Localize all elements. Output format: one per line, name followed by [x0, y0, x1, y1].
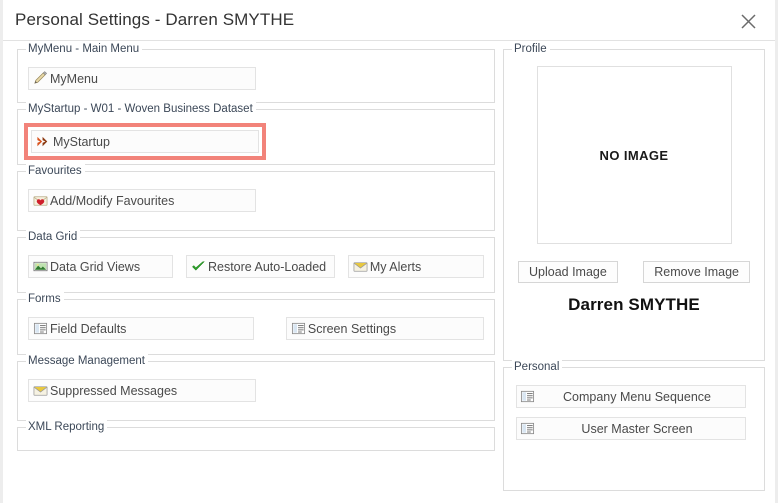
section-legend-forms: Forms — [26, 292, 64, 306]
envelope-icon — [353, 259, 368, 274]
section-legend-personal: Personal — [512, 360, 563, 374]
double-chevron-right-icon — [36, 134, 51, 149]
button-company-menu-sequence[interactable]: Company Menu Sequence — [516, 385, 746, 408]
button-mymenu[interactable]: MyMenu — [28, 67, 256, 90]
button-field-defaults[interactable]: Field Defaults — [28, 317, 254, 340]
pencil-arrow-icon — [33, 71, 48, 86]
remove-image-button[interactable]: Remove Image — [643, 261, 750, 283]
button-screen-settings[interactable]: Screen Settings — [285, 317, 484, 340]
section-favourites: Favourites Add/Modify Favourites — [17, 164, 495, 231]
section-legend-mystartup: MyStartup - W01 - Woven Business Dataset — [26, 102, 256, 116]
button-label: Suppressed Messages — [50, 383, 178, 398]
button-label: Screen Settings — [307, 321, 397, 336]
section-legend-mymenu: MyMenu - Main Menu — [26, 42, 143, 56]
section-message-management: Message Management Suppressed Messages — [17, 354, 495, 421]
button-label: Company Menu Sequence — [562, 389, 711, 404]
button-label: MyStartup — [53, 134, 110, 149]
section-profile: Profile NO IMAGE Upload Image Remove Ima… — [503, 42, 765, 361]
dialog-titlebar: Personal Settings - Darren SMYTHE — [3, 0, 775, 41]
button-restore-auto-loaded[interactable]: Restore Auto-Loaded — [185, 255, 335, 278]
left-column: MyMenu - Main Menu MyMenu MyStartup - W0… — [17, 42, 495, 503]
section-data-grid: Data Grid Data Grid Views Restore Auto-L… — [17, 230, 495, 293]
profile-user-name: Darren SMYTHE — [568, 295, 700, 314]
button-label: User Master Screen — [581, 421, 693, 436]
close-icon[interactable] — [735, 8, 761, 34]
page-title: Personal Settings - Darren SMYTHE — [15, 10, 295, 29]
form-list-icon — [520, 421, 535, 436]
section-personal: Personal Company Menu Sequence User Mast… — [503, 360, 765, 491]
section-legend-message-management: Message Management — [26, 354, 148, 368]
profile-image-actions: Upload Image Remove Image — [514, 261, 754, 283]
button-my-alerts[interactable]: My Alerts — [347, 255, 484, 278]
section-mymenu: MyMenu - Main Menu MyMenu — [17, 42, 495, 103]
green-check-icon — [191, 259, 206, 274]
button-mystartup[interactable]: MyStartup — [31, 130, 259, 153]
right-column: Profile NO IMAGE Upload Image Remove Ima… — [503, 42, 765, 503]
button-label: Restore Auto-Loaded — [207, 259, 327, 274]
personal-settings-dialog: Personal Settings - Darren SMYTHE MyMenu… — [0, 0, 778, 503]
form-list-icon — [33, 321, 48, 336]
section-legend-profile: Profile — [512, 42, 550, 56]
section-legend-data-grid: Data Grid — [26, 230, 81, 244]
section-legend-favourites: Favourites — [26, 164, 85, 178]
button-label: My Alerts — [369, 259, 422, 274]
picture-icon — [33, 259, 48, 274]
envelope-icon — [33, 383, 48, 398]
profile-image-placeholder: NO IMAGE — [536, 66, 732, 244]
button-label: Field Defaults — [50, 321, 127, 336]
button-label: MyMenu — [50, 71, 98, 86]
button-suppressed-messages[interactable]: Suppressed Messages — [28, 379, 256, 402]
upload-image-button[interactable]: Upload Image — [518, 261, 618, 283]
button-add-modify-favourites[interactable]: Add/Modify Favourites — [28, 189, 256, 212]
envelope-heart-icon — [33, 193, 48, 208]
button-user-master-screen[interactable]: User Master Screen — [516, 417, 746, 440]
section-xml-reporting: XML Reporting — [17, 420, 495, 451]
mystartup-highlight-ring: MyStartup — [24, 123, 266, 160]
button-data-grid-views[interactable]: Data Grid Views — [28, 255, 173, 278]
section-mystartup: MyStartup - W01 - Woven Business Dataset… — [17, 102, 495, 165]
button-label: Add/Modify Favourites — [50, 193, 175, 208]
button-label: Data Grid Views — [50, 259, 141, 274]
section-forms: Forms Field Defaults Screen Settings — [17, 292, 495, 355]
form-list-icon — [520, 389, 535, 404]
no-image-text: NO IMAGE — [599, 147, 669, 163]
section-legend-xml-reporting: XML Reporting — [26, 420, 108, 434]
form-list-icon — [291, 321, 306, 336]
